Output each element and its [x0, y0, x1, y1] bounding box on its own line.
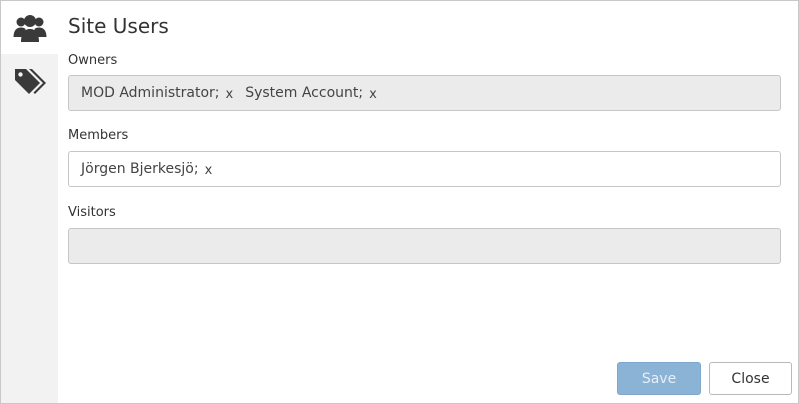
- site-users-dialog: Site Users Owners MOD Administrator; x S…: [0, 0, 799, 404]
- remove-owner-chip-button[interactable]: x: [369, 87, 377, 102]
- dialog-title: Site Users: [68, 14, 169, 38]
- owners-field: MOD Administrator; x System Account; x: [68, 75, 781, 111]
- member-chip-name: Jörgen Bjerkesjö;: [81, 161, 199, 177]
- member-chip: Jörgen Bjerkesjö; x: [81, 161, 213, 178]
- remove-owner-chip-button[interactable]: x: [225, 87, 233, 102]
- sidebar: [1, 1, 58, 403]
- owner-chip: MOD Administrator; x: [81, 85, 233, 102]
- close-button[interactable]: Close: [709, 362, 792, 395]
- sidebar-tab-users[interactable]: [1, 1, 58, 54]
- members-field[interactable]: Jörgen Bjerkesjö; x: [68, 151, 781, 187]
- users-icon: [13, 14, 46, 42]
- owner-chip: System Account; x: [245, 85, 377, 102]
- members-label: Members: [68, 128, 129, 143]
- owner-chip-name: MOD Administrator;: [81, 85, 220, 101]
- tags-icon: [14, 68, 46, 94]
- sidebar-tab-tags[interactable]: [1, 54, 58, 107]
- save-button[interactable]: Save: [617, 362, 701, 395]
- remove-member-chip-button[interactable]: x: [205, 163, 213, 178]
- visitors-field: [68, 228, 781, 264]
- owner-chip-name: System Account;: [245, 85, 364, 101]
- visitors-label: Visitors: [68, 205, 116, 220]
- owners-label: Owners: [68, 53, 118, 68]
